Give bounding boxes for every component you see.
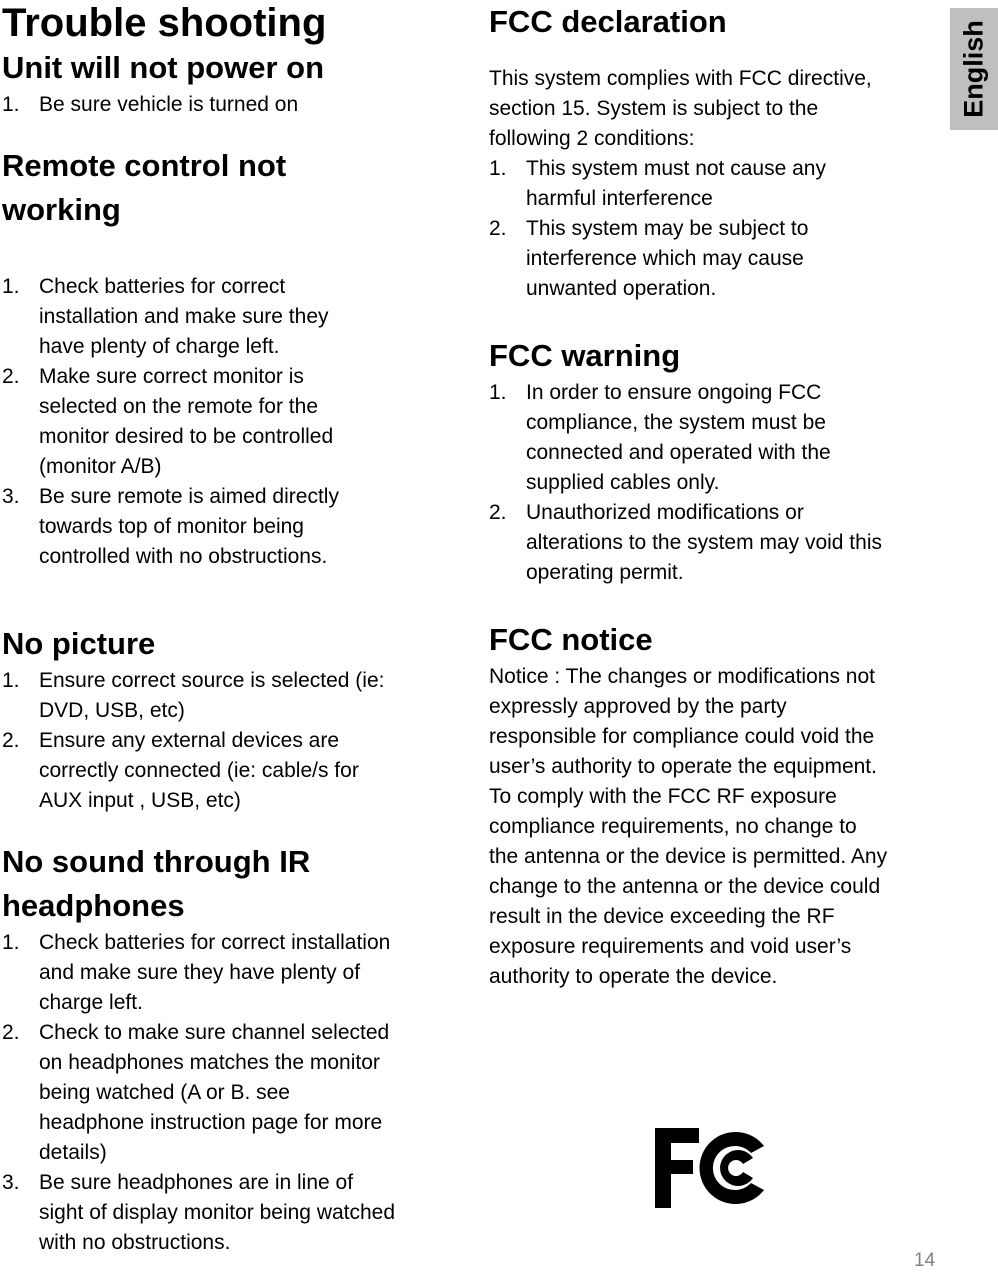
troubleshooting-column: Trouble shooting Unit will not power on …: [2, 0, 402, 1258]
fcc-warning-heading: FCC warning: [489, 338, 681, 373]
page-title: Trouble shooting: [2, 1, 327, 45]
list-power: 1. Be sure vehicle is turned on: [2, 90, 402, 120]
list-remote: 1. Check batteries for correct installati…: [2, 272, 372, 572]
list-item: 1. Ensure correct source is selected (ie:…: [2, 669, 385, 722]
list-no-sound: 1. Check batteries for correct installati…: [2, 928, 400, 1258]
fcc-warning-list: 1. In order to ensure ongoing FCC complia…: [489, 378, 884, 588]
list-item: 2. Make sure correct monitor is selected …: [2, 365, 334, 478]
section-heading-remote: Remote control not working: [2, 148, 287, 227]
list-item: 2. This system may be subject to interfer…: [489, 217, 809, 300]
fcc-declaration-list: 1. This system must not cause any harmful…: [489, 154, 859, 304]
list-item: 2. Check to make sure channel selected on…: [2, 1021, 390, 1164]
list-item: 1. This system must not cause any harmful…: [489, 157, 826, 210]
fcc-notice-paragraph: To comply with the FCC RF exposure compl…: [489, 785, 888, 988]
page-number: 14: [914, 1250, 936, 1271]
list-item: 1. Check batteries for correct installati…: [2, 931, 391, 1014]
fcc-notice-heading: FCC notice: [489, 622, 653, 657]
language-tab: English: [950, 8, 998, 130]
list-no-picture: 1. Ensure correct source is selected (ie:…: [2, 666, 397, 816]
section-heading-no-picture: No picture: [2, 626, 156, 661]
fcc-column: FCC declaration This system complies wit…: [489, 0, 889, 992]
language-tab-label: English: [958, 20, 989, 118]
list-item: 1. In order to ensure ongoing FCC complia…: [489, 381, 831, 494]
list-item: 2. Ensure any external devices are correc…: [2, 729, 359, 812]
fcc-declaration-heading: FCC declaration: [489, 4, 727, 39]
list-item: 3. Be sure headphones are in line of sigh…: [2, 1171, 396, 1254]
fcc-notice-paragraph: Notice : The changes or modifications no…: [489, 665, 877, 778]
fcc-logo-icon: [655, 1128, 764, 1208]
section-heading-power: Unit will not power on: [2, 50, 325, 85]
list-item: 2. Unauthorized modifications or alterati…: [489, 501, 882, 584]
section-heading-no-sound: No sound through IR headphones: [2, 844, 311, 923]
list-item: 3. Be sure remote is aimed directly towar…: [2, 485, 339, 568]
list-item: 1. Check batteries for correct installati…: [2, 275, 329, 358]
fcc-declaration-intro: This system complies with FCC directive,…: [489, 67, 872, 150]
list-item: 1. Be sure vehicle is turned on: [2, 93, 299, 116]
